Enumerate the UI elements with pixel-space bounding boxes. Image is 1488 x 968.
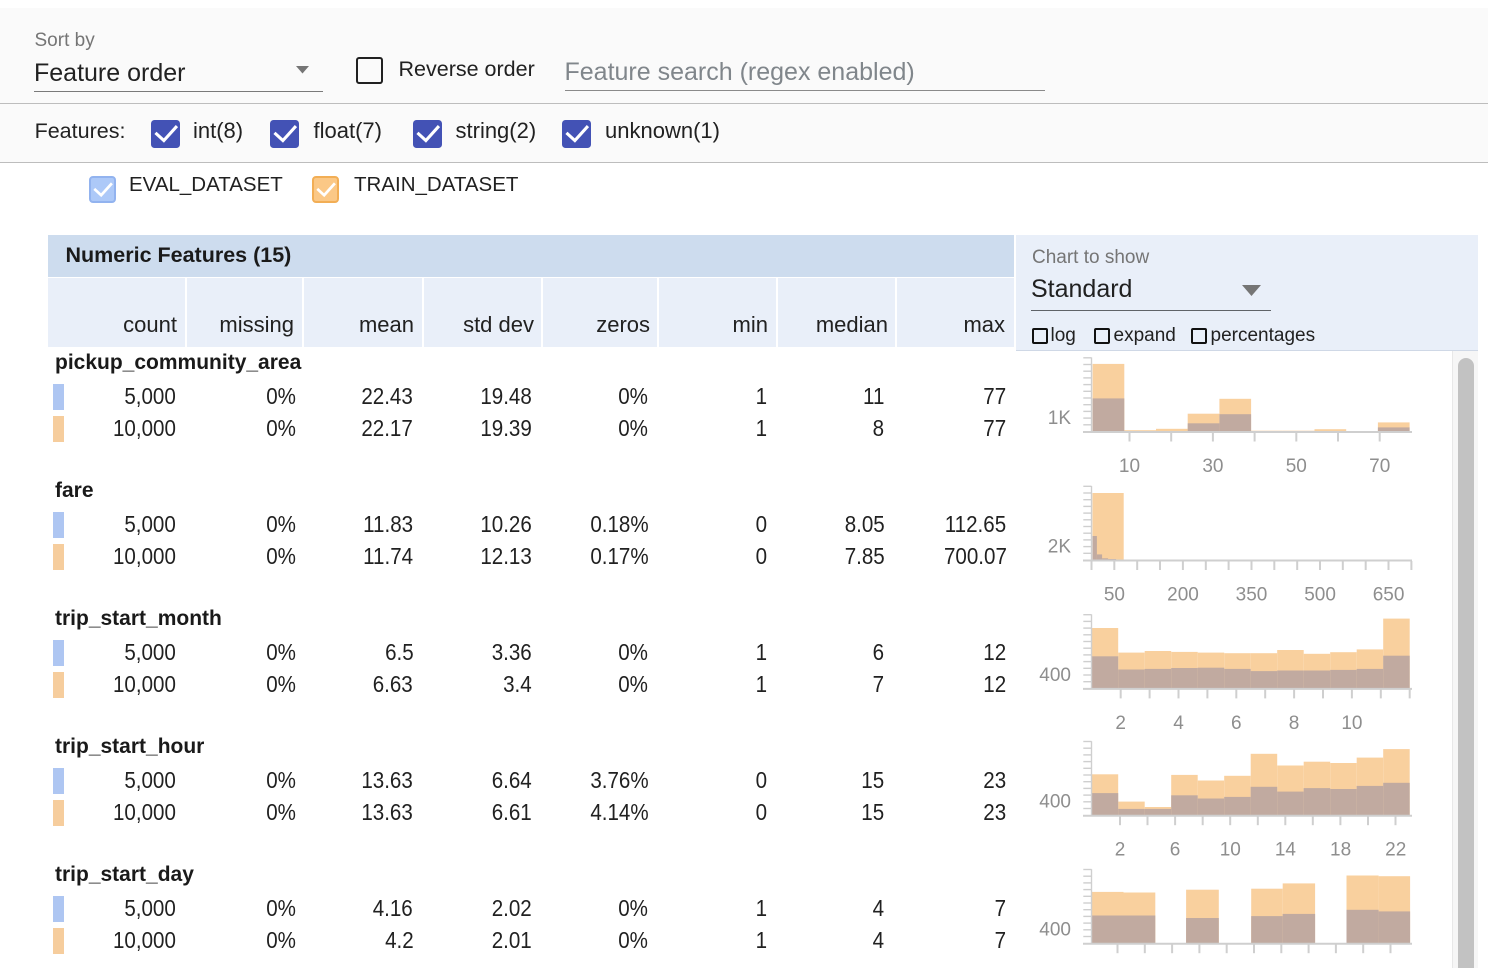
svg-text:6: 6 [1170, 840, 1181, 861]
svg-text:2: 2 [1115, 840, 1126, 861]
svg-text:4: 4 [1173, 713, 1184, 734]
svg-text:400: 400 [1039, 920, 1071, 941]
svg-text:18: 18 [1330, 840, 1351, 861]
svg-text:350: 350 [1236, 585, 1268, 606]
svg-text:400: 400 [1039, 792, 1071, 813]
svg-text:50: 50 [1104, 585, 1125, 606]
svg-text:2K: 2K [1048, 537, 1072, 558]
svg-text:8: 8 [1289, 713, 1300, 734]
svg-text:22: 22 [1385, 840, 1406, 861]
svg-text:200: 200 [1167, 585, 1199, 606]
svg-text:14: 14 [1275, 840, 1297, 861]
svg-text:10: 10 [1341, 713, 1362, 734]
svg-text:500: 500 [1304, 585, 1336, 606]
svg-text:6: 6 [1231, 713, 1242, 734]
svg-text:1K: 1K [1048, 408, 1072, 429]
svg-text:70: 70 [1369, 456, 1390, 477]
svg-text:50: 50 [1286, 456, 1307, 477]
svg-text:400: 400 [1039, 665, 1071, 686]
svg-text:10: 10 [1220, 840, 1241, 861]
svg-text:650: 650 [1373, 585, 1405, 606]
svg-text:10: 10 [1119, 456, 1140, 477]
svg-text:30: 30 [1202, 456, 1223, 477]
svg-text:2: 2 [1115, 713, 1126, 734]
